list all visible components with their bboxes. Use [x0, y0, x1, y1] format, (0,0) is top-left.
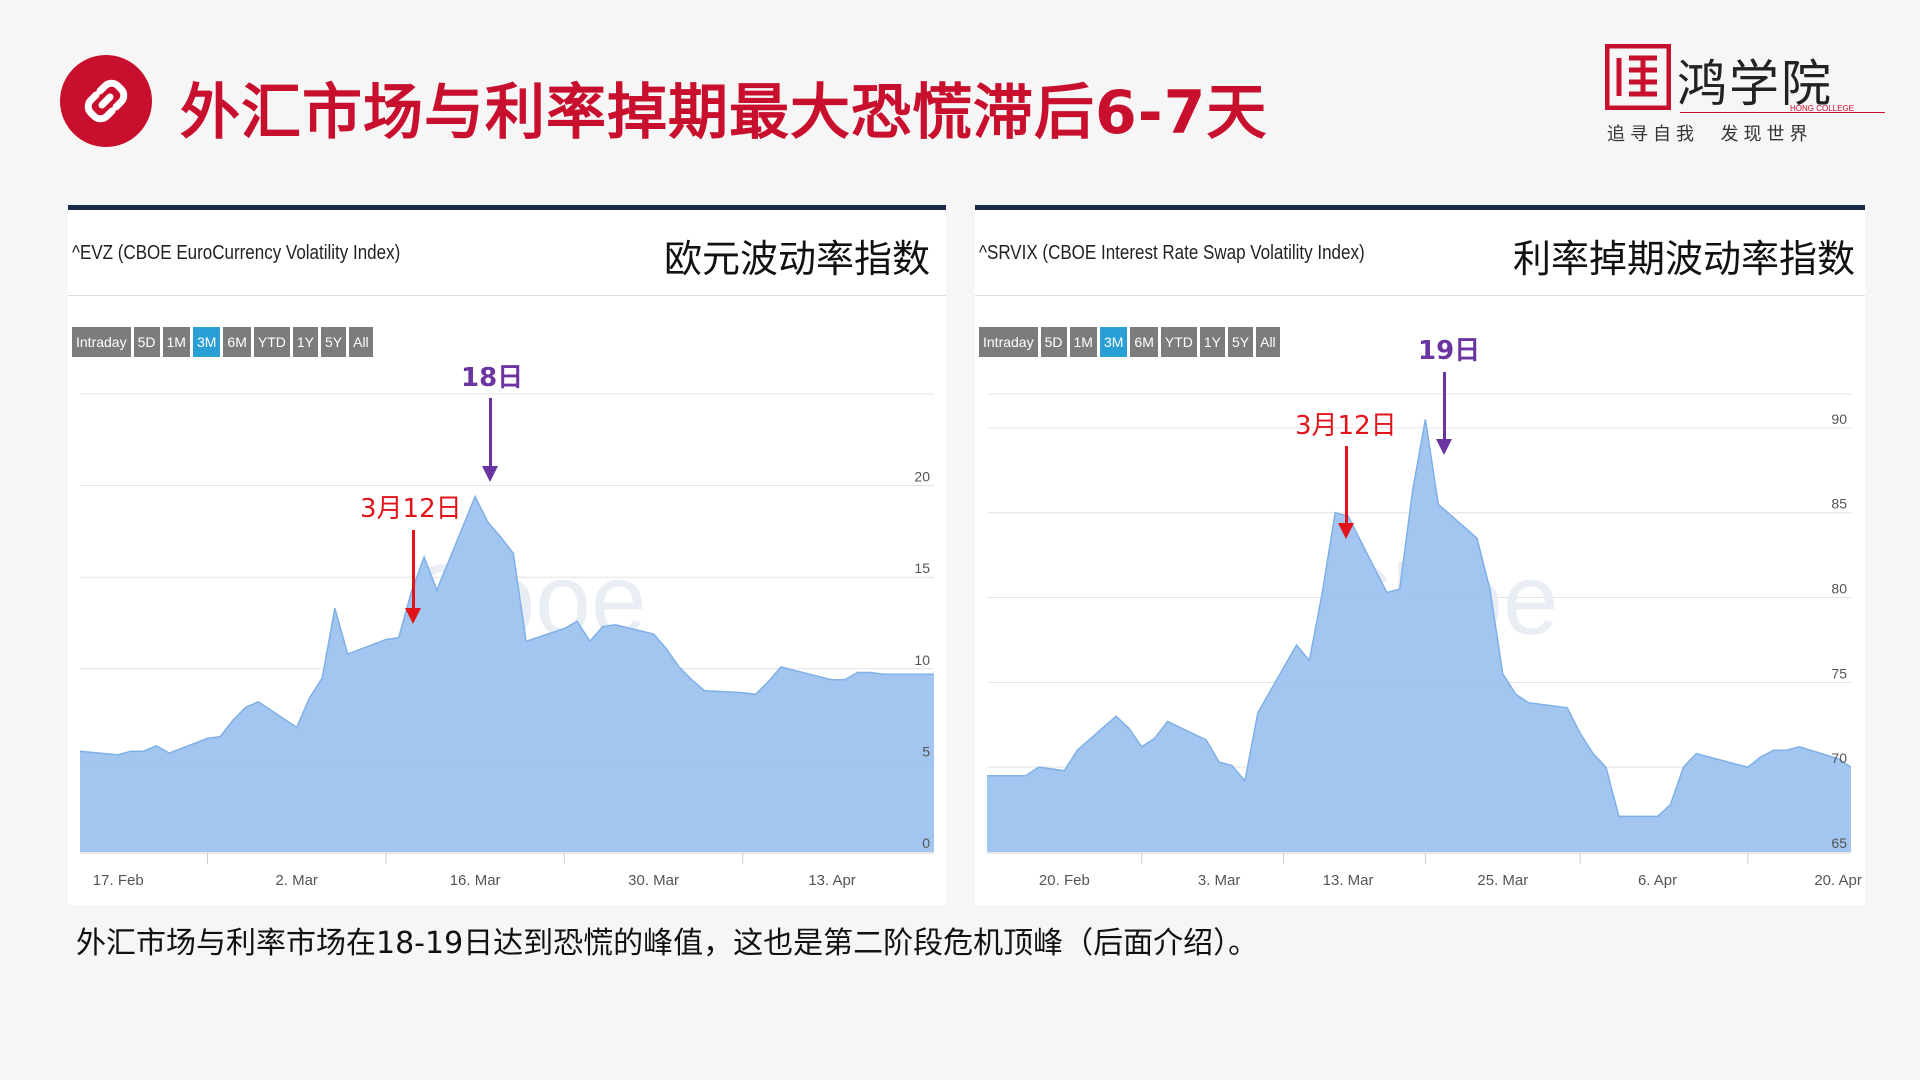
arrow-peak-evz — [482, 398, 498, 482]
y-tick-label: 80 — [1831, 581, 1847, 597]
logo-english: HONG COLLEGE — [1790, 104, 1855, 113]
evz-chart-panel: ^EVZ (CBOE EuroCurrency Volatility Index… — [68, 205, 946, 905]
x-tick-label: 13. Mar — [1323, 872, 1374, 889]
x-tick-label: 30. Mar — [628, 872, 679, 889]
x-tick-label: 13. Apr — [808, 872, 856, 889]
x-tick-label: 20. Apr — [1814, 872, 1862, 889]
y-tick-label: 15 — [914, 560, 930, 576]
y-tick-label: 10 — [914, 652, 930, 668]
series-area — [80, 496, 934, 852]
slide-caption: 外汇市场与利率市场在18-19日达到恐慌的峰值，这也是第二阶段危机顶峰（后面介绍… — [76, 926, 1259, 961]
x-tick-label: 2. Mar — [275, 872, 318, 889]
annotation-peak-srvix: 19日 — [1418, 336, 1481, 366]
header-link-icon — [60, 55, 152, 147]
arrow-peak-srvix — [1436, 372, 1452, 455]
x-tick-label: 25. Mar — [1477, 872, 1528, 889]
x-tick-label: 3. Mar — [1198, 872, 1241, 889]
y-tick-label: 85 — [1831, 496, 1847, 512]
logo-rule — [1680, 112, 1885, 113]
y-tick-label: 20 — [914, 469, 930, 485]
annotation-mar12-evz: 3月12日 — [360, 494, 462, 524]
y-tick-label: 5 — [922, 743, 930, 759]
y-tick-label: 0 — [922, 835, 930, 851]
link-icon — [84, 79, 128, 123]
x-tick-label: 16. Mar — [450, 872, 501, 889]
srvix-chart-panel: ^SRVIX (CBOE Interest Rate Swap Volatili… — [975, 205, 1865, 905]
logo-slogan: 追寻自我 发现世界 — [1607, 124, 1813, 145]
y-tick-label: 90 — [1831, 411, 1847, 427]
annotation-mar12-srvix: 3月12日 — [1295, 411, 1397, 441]
x-tick-label: 17. Feb — [93, 872, 144, 889]
x-tick-label: 6. Apr — [1638, 872, 1677, 889]
annotation-peak-evz: 18日 — [461, 363, 524, 393]
evz-chart: Cboe0510152017. Feb 2. Mar 16. Mar 30. Mar 1… — [79, 393, 934, 889]
arrow-mar12-evz — [405, 530, 421, 624]
college-logo: 鸿学院 HONG COLLEGE 追寻自我 发现世界 — [1605, 40, 1885, 150]
y-tick-label: 65 — [1831, 835, 1847, 851]
page-title: 外汇市场与利率掉期最大恐慌滞后6-7天 — [180, 78, 1268, 148]
seal-icon — [1605, 44, 1671, 110]
x-tick-label: 20. Feb — [1039, 872, 1090, 889]
y-tick-label: 70 — [1831, 750, 1847, 766]
y-tick-label: 75 — [1831, 665, 1847, 681]
series-area — [987, 419, 1851, 852]
arrow-mar12-srvix — [1338, 446, 1354, 539]
srvix-chart: Cboe65707580859020. Feb3. Mar13. Mar25. … — [987, 393, 1862, 889]
